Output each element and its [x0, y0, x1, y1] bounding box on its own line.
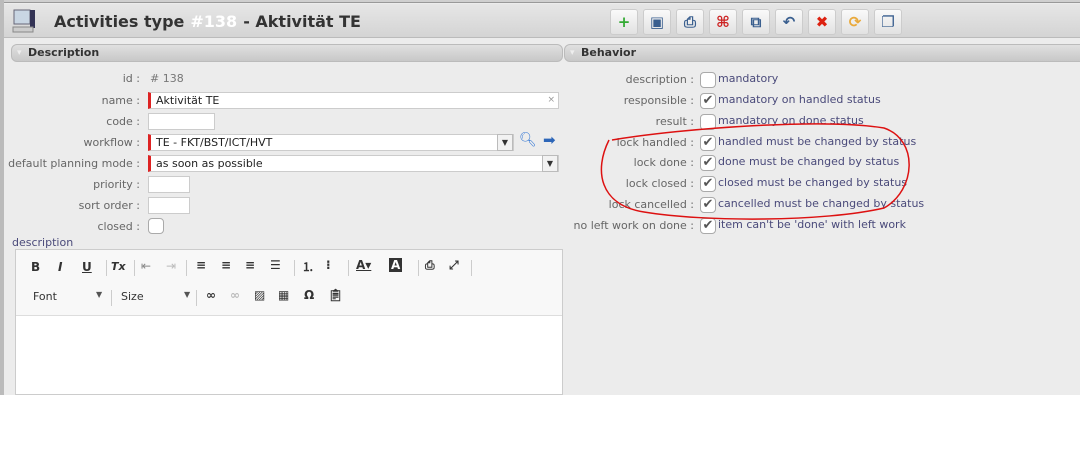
app-window: Activities type #138- Aktivität TE + ▣ ⎙ ⌘ ⧉ ↶… [0, 0, 1080, 395]
red-annotation-ellipse [600, 123, 910, 220]
